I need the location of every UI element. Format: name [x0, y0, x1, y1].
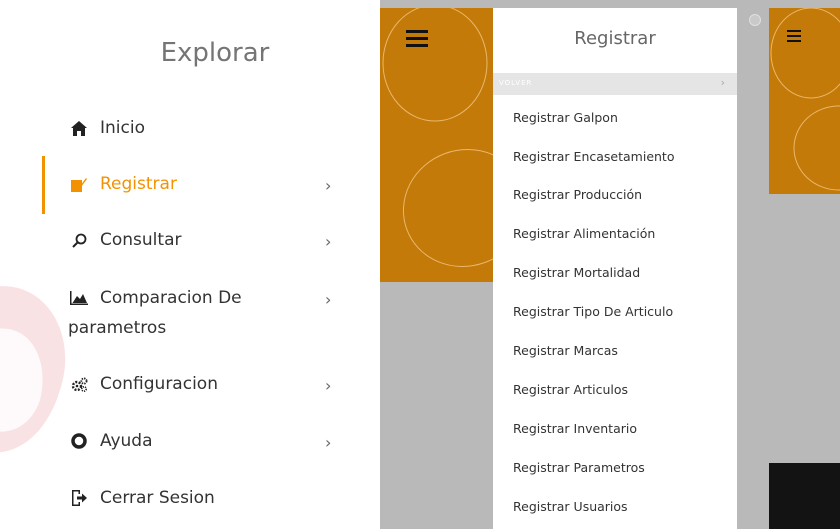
egg-decoration	[382, 8, 493, 267]
submenu-item[interactable]: Registrar Inventario	[513, 421, 637, 436]
lifebuoy-icon	[68, 433, 90, 449]
submenu-item[interactable]: Registrar Usuarios	[513, 499, 628, 514]
menu-item-ayuda[interactable]: Ayuda	[68, 431, 153, 451]
submenu-item[interactable]: Registrar Parametros	[513, 460, 645, 475]
menu-item-label: Consultar	[100, 230, 182, 250]
submenu-item[interactable]: Registrar Producción	[513, 187, 642, 202]
back-button-label: VOLVER	[499, 79, 533, 87]
submenu-item[interactable]: Registrar Articulos	[513, 382, 628, 397]
overlay-strip	[737, 0, 769, 529]
menu-item-label: Inicio	[100, 118, 145, 138]
submenu-item[interactable]: Registrar Marcas	[513, 343, 618, 358]
menu-item-registrar[interactable]: Registrar	[68, 174, 177, 194]
submenu-title: Registrar	[574, 28, 656, 49]
hamburger-menu-icon[interactable]	[787, 30, 801, 45]
hamburger-menu-icon[interactable]	[406, 30, 428, 51]
submenu-item[interactable]: Registrar Galpon	[513, 110, 618, 125]
screen-root: Explorar Inicio Registrar › Consultar ›	[0, 0, 840, 529]
menu-item-label: Cerrar Sesion	[100, 488, 215, 508]
chevron-right-icon[interactable]: ›	[325, 176, 331, 195]
menu-item-label: Registrar	[100, 174, 177, 194]
app-header-banner	[380, 8, 493, 282]
cogs-icon	[68, 377, 90, 392]
chevron-right-icon: ›	[720, 76, 725, 89]
dark-footer	[769, 463, 840, 529]
chevron-right-icon[interactable]: ›	[325, 232, 331, 251]
egg-decoration	[770, 8, 840, 191]
menu-title: Explorar	[160, 38, 270, 68]
menu-item-consultar[interactable]: Consultar	[68, 230, 181, 250]
menu-item-label: Ayuda	[100, 431, 153, 451]
home-icon	[68, 120, 90, 136]
menu-item-label-line2: parametros	[68, 318, 167, 338]
app-screen-partial	[769, 0, 840, 529]
registrar-submenu: Registrar VOLVER › Registrar Galpon Regi…	[493, 8, 737, 529]
search-icon	[68, 233, 90, 248]
submenu-item[interactable]: Registrar Encasetamiento	[513, 149, 674, 164]
chevron-right-icon[interactable]: ›	[325, 290, 331, 309]
area-chart-icon	[68, 291, 90, 305]
registrar-screen: Registrar VOLVER › Registrar Galpon Regi…	[380, 0, 769, 529]
active-item-indicator	[42, 156, 45, 214]
chevron-right-icon[interactable]: ›	[325, 376, 331, 395]
status-dot-icon	[749, 14, 761, 26]
chevron-right-icon[interactable]: ›	[325, 433, 331, 452]
edit-icon	[68, 177, 90, 192]
back-button[interactable]: VOLVER ›	[493, 73, 737, 95]
menu-item-label: Configuracion	[100, 374, 218, 394]
submenu-item[interactable]: Registrar Mortalidad	[513, 265, 640, 280]
menu-item-configuracion[interactable]: Configuracion	[68, 374, 218, 394]
menu-item-cerrar-sesion[interactable]: Cerrar Sesion	[68, 488, 215, 508]
app-header-banner	[769, 8, 840, 194]
menu-item-inicio[interactable]: Inicio	[68, 118, 145, 138]
sign-out-icon	[68, 490, 90, 506]
explore-menu-panel: Explorar Inicio Registrar › Consultar ›	[0, 0, 380, 529]
menu-item-comparacion[interactable]: Comparacion De	[68, 288, 242, 308]
submenu-item[interactable]: Registrar Alimentación	[513, 226, 655, 241]
menu-item-label: Comparacion De	[100, 288, 242, 308]
submenu-item[interactable]: Registrar Tipo De Articulo	[513, 304, 673, 319]
